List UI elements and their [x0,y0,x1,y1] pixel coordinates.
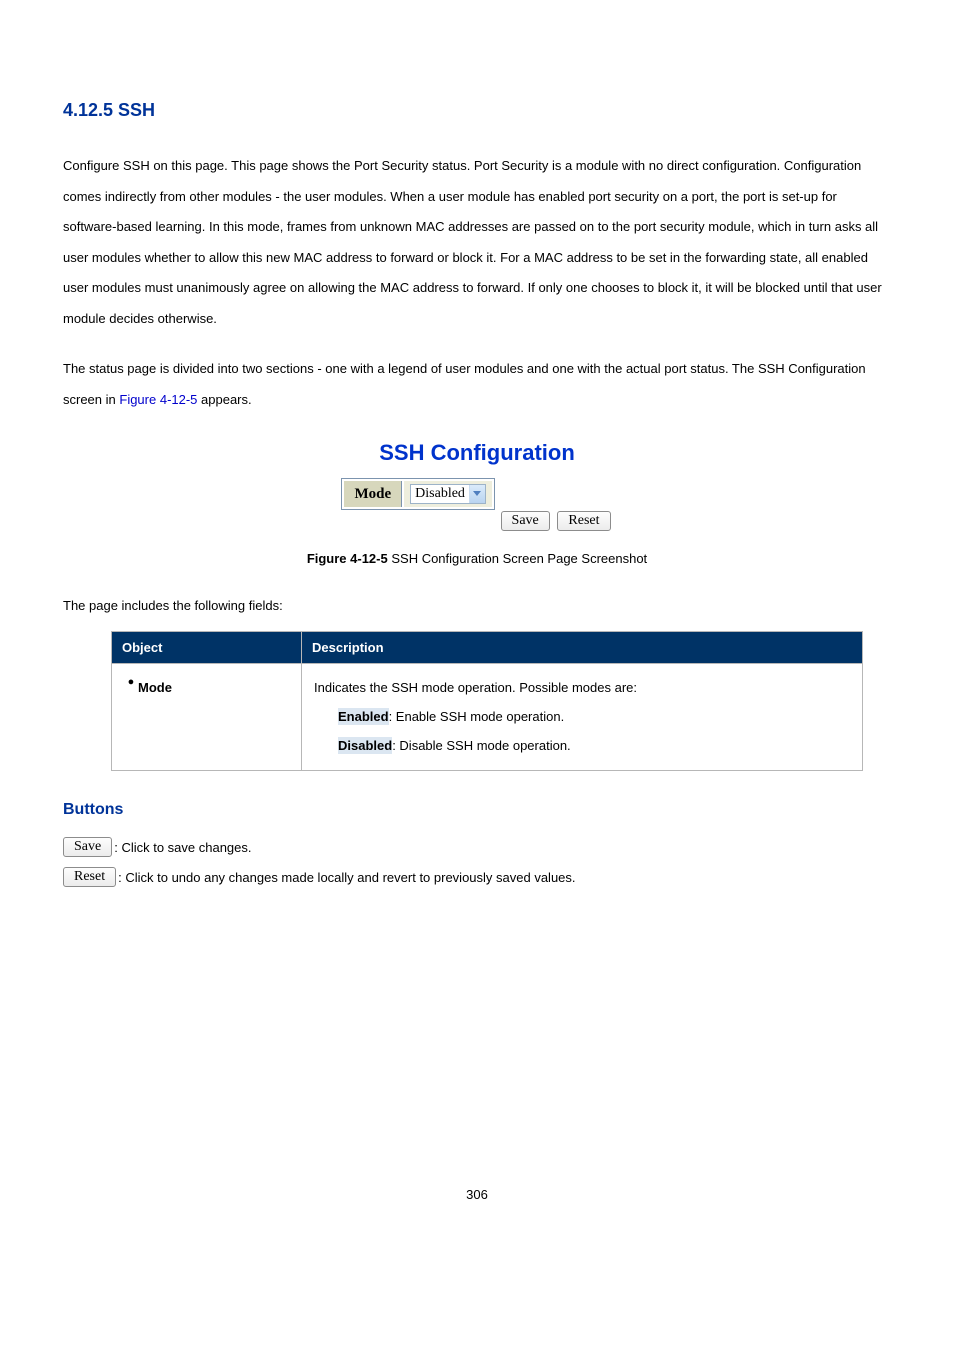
ssh-config-title: SSH Configuration [63,440,891,466]
save-button-line: Save : Click to save changes. [63,837,891,857]
desc-intro: Indicates the SSH mode operation. Possib… [314,674,850,703]
figure-caption-text: SSH Configuration Screen Page Screenshot [388,551,647,566]
fields-intro: The page includes the following fields: [63,598,891,613]
mode-dropdown-value: Disabled [411,486,469,502]
figure-caption: Figure 4-12-5 SSH Configuration Screen P… [63,551,891,566]
mode-enabled-label: Enabled [338,708,389,725]
chevron-down-icon [469,485,485,503]
mode-value-cell: Disabled [404,481,492,507]
mode-dropdown[interactable]: Disabled [410,484,486,504]
bullet-icon: ● [124,674,138,692]
mode-disabled-label: Disabled [338,737,392,754]
col-description: Description [302,632,863,664]
fields-table: Object Description ● Mode Indicates the … [111,631,863,771]
reset-button[interactable]: Reset [557,511,610,531]
page-number: 306 [63,1187,891,1202]
mode-table: Mode Disabled [341,478,494,510]
col-object: Object [112,632,302,664]
paragraph-1: Configure SSH on this page. This page sh… [63,151,891,334]
table-row: ● Mode Indicates the SSH mode operation.… [112,664,863,771]
mode-enabled-text: : Enable SSH mode operation. [389,709,565,724]
ssh-config-widget: SSH Configuration Mode Disabled Save Res… [63,440,891,531]
mode-disabled-text: : Disable SSH mode operation. [392,738,570,753]
save-button-ref[interactable]: Save [63,837,112,857]
para2-part-b: appears. [197,392,251,407]
mode-label-cell: Mode [344,481,402,507]
save-button[interactable]: Save [501,511,550,531]
save-button-desc: : Click to save changes. [114,840,251,855]
description-cell: Indicates the SSH mode operation. Possib… [302,664,863,771]
reset-button-line: Reset : Click to undo any changes made l… [63,867,891,887]
object-cell: ● Mode [112,664,302,771]
section-heading: 4.12.5 SSH [63,100,891,121]
object-name: Mode [138,674,172,703]
figure-number: Figure 4-12-5 [307,551,388,566]
reset-button-ref[interactable]: Reset [63,867,116,887]
paragraph-2: The status page is divided into two sect… [63,354,891,415]
figure-link[interactable]: Figure 4-12-5 [119,392,197,407]
buttons-heading: Buttons [63,801,891,819]
reset-button-desc: : Click to undo any changes made locally… [118,870,575,885]
